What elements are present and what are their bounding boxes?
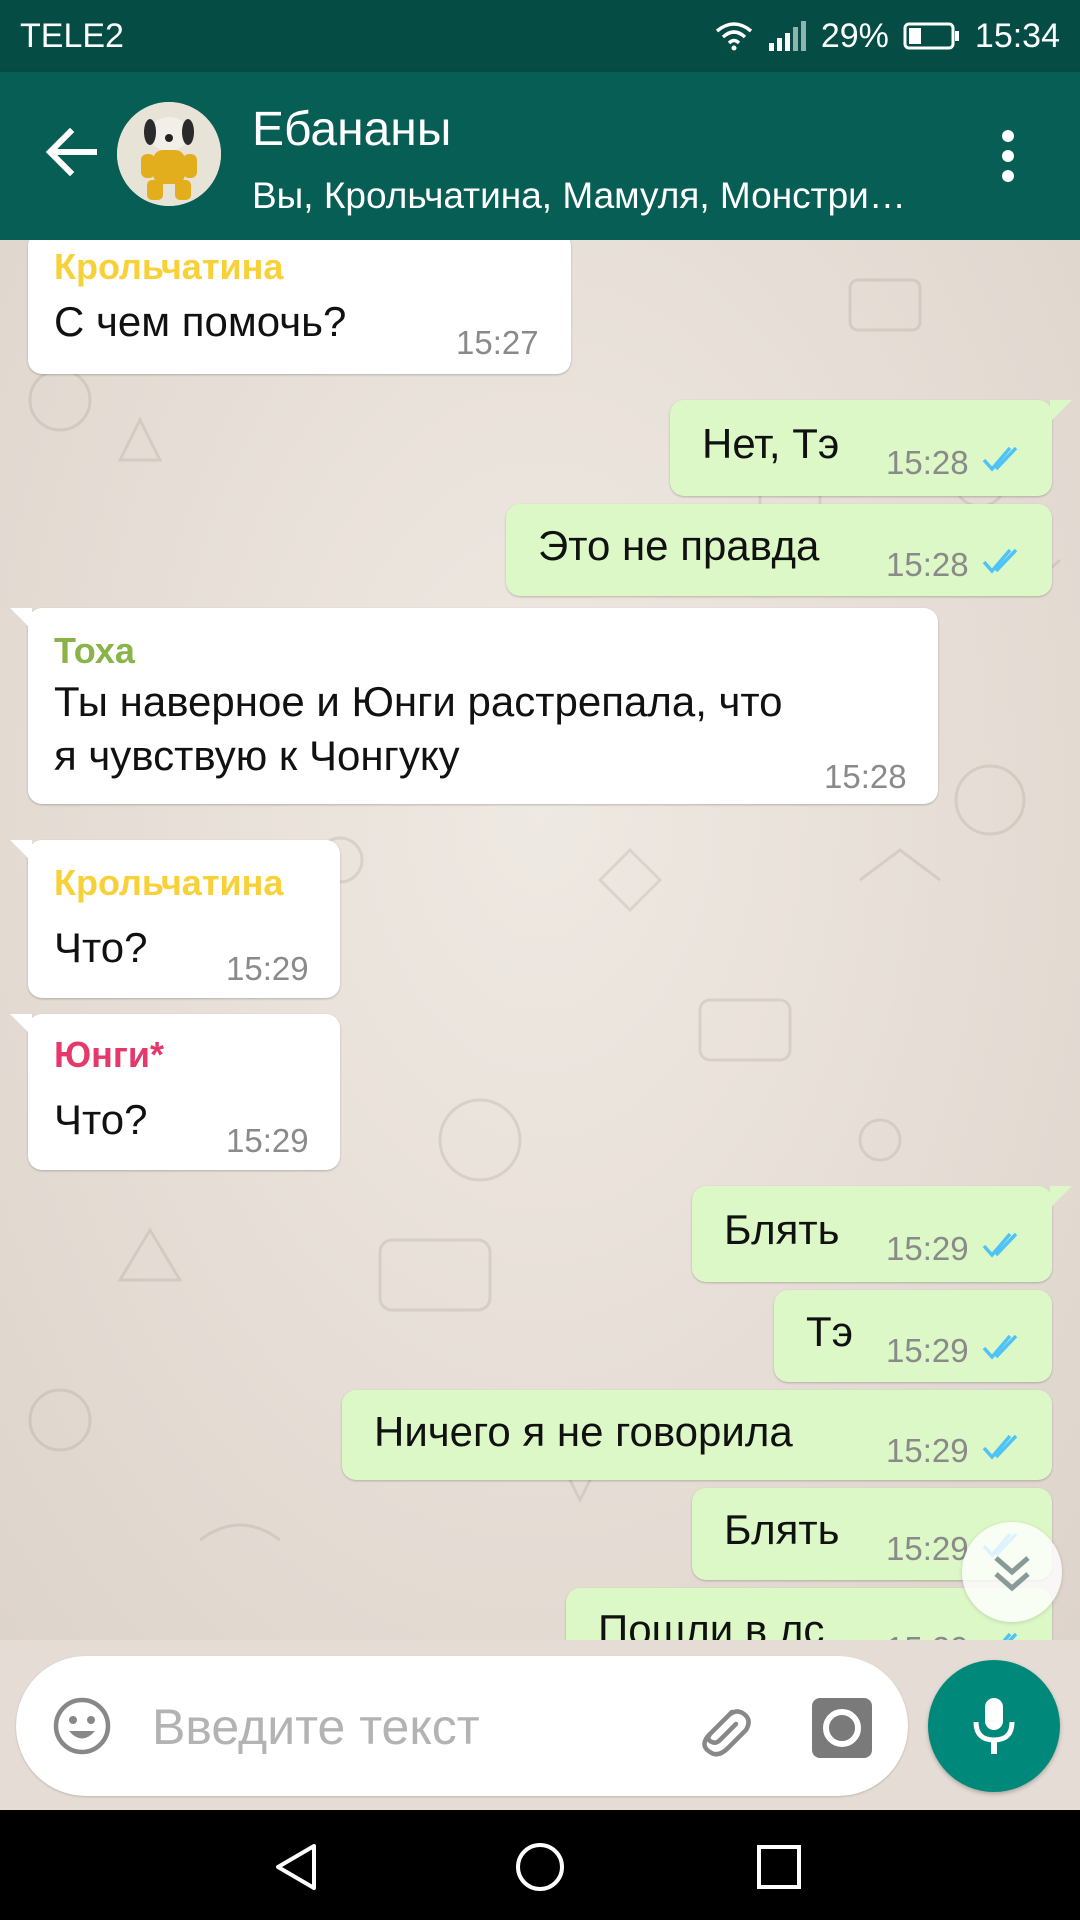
message-text: Что? — [54, 924, 148, 971]
plush-toy-icon — [117, 102, 221, 206]
message-text: Нет, Тэ — [702, 420, 840, 467]
more-options-button[interactable] — [990, 130, 1026, 190]
bubble-tail — [1050, 1186, 1072, 1208]
double-chevron-down-icon — [994, 1556, 1030, 1592]
back-triangle-icon — [276, 1844, 316, 1890]
battery-icon — [903, 21, 961, 51]
status-indicators: 29% 15:34 — [715, 17, 1060, 56]
message-time: 15:29 — [226, 1122, 309, 1159]
microphone-icon — [973, 1698, 1015, 1754]
camera-icon — [812, 1698, 872, 1758]
read-ticks-icon — [1002, 1632, 1018, 1640]
message-text: Пошли в лс — [598, 1606, 825, 1640]
message-time: 15:29 — [886, 1230, 969, 1267]
message-time: 15:29 — [886, 1432, 969, 1469]
message-list[interactable]: Крольчатина С чем помочь? 15:27 Нет, Тэ … — [0, 240, 1080, 1640]
carrier-label: TELE2 — [20, 16, 124, 55]
message-bubble-incoming[interactable]: Юнги* Что? 15:29 — [10, 1014, 340, 1170]
message-text: Тэ — [806, 1308, 854, 1355]
message-time: 15:29 — [226, 950, 309, 987]
attach-button[interactable] — [688, 1694, 758, 1764]
message-time: 15:29 — [886, 1332, 969, 1369]
paperclip-icon — [702, 1709, 751, 1757]
message-bubble-outgoing[interactable]: Тэ 15:29 — [774, 1290, 1052, 1382]
nav-back-button[interactable] — [270, 1840, 324, 1894]
message-time: 15:29 — [886, 1630, 969, 1640]
message-bubble-outgoing[interactable]: Нет, Тэ 15:28 — [670, 400, 1072, 496]
message-text: С чем помочь? — [54, 298, 347, 345]
read-ticks-icon — [982, 446, 1018, 472]
emoji-icon — [53, 1697, 111, 1755]
nav-recents-button[interactable] — [752, 1840, 806, 1894]
message-text: Что? — [54, 1096, 148, 1143]
message-bubble-incoming[interactable]: Крольчатина С чем помочь? 15:27 — [28, 240, 571, 374]
message-time: 15:28 — [824, 758, 907, 795]
message-text: Ты наверное и Юнги растрепала, что — [54, 678, 783, 725]
message-sender: Крольчатина — [54, 246, 284, 287]
status-bar: TELE2 29% 15:34 — [0, 0, 1080, 72]
back-arrow-icon — [45, 127, 97, 177]
system-nav-bar — [0, 1810, 1080, 1920]
message-bubble-outgoing[interactable]: Блять 15:29 — [692, 1186, 1072, 1282]
home-circle-icon — [516, 1843, 564, 1891]
message-input[interactable] — [150, 1690, 674, 1764]
read-ticks-icon — [982, 1232, 1018, 1258]
read-ticks-icon — [982, 1334, 1018, 1360]
wifi-icon — [715, 21, 753, 51]
chat-header: Ебананы Вы, Крольчатина, Мамуля, Монстри… — [0, 72, 1080, 240]
message-bubble-outgoing[interactable]: Ничего я не говорила 15:29 — [342, 1390, 1052, 1480]
camera-button[interactable] — [810, 1696, 874, 1760]
bubble-tail — [10, 840, 32, 862]
nav-home-button[interactable] — [513, 1840, 567, 1894]
back-button[interactable] — [42, 122, 102, 182]
group-members[interactable]: Вы, Крольчатина, Мамуля, Монстри… — [252, 175, 942, 217]
bubble-tail — [10, 1014, 32, 1036]
message-time: 15:28 — [886, 546, 969, 583]
message-sender: Тоха — [54, 630, 135, 671]
message-bubble-incoming[interactable]: Тоха Ты наверное и Юнги растрепала, что … — [10, 608, 938, 804]
recents-square-icon — [757, 1845, 801, 1889]
read-ticks-icon — [982, 548, 1018, 574]
clock: 15:34 — [974, 16, 1060, 55]
message-bubble-incoming[interactable]: Крольчатина Что? 15:29 — [10, 840, 340, 998]
battery-percent: 29% — [820, 16, 889, 55]
message-time: 15:27 — [456, 324, 539, 361]
group-title[interactable]: Ебананы — [252, 102, 451, 157]
message-time: 15:28 — [886, 444, 969, 481]
bubble-tail — [1050, 400, 1072, 422]
message-sender: Крольчатина — [54, 862, 284, 903]
message-text: Это не правда — [538, 522, 820, 569]
message-bubble-outgoing[interactable]: Это не правда 15:28 — [506, 504, 1052, 596]
message-text: Блять — [724, 1206, 840, 1253]
message-text: я чувствую к Чонгуку — [54, 732, 460, 779]
message-composer — [16, 1656, 908, 1796]
group-avatar[interactable] — [117, 102, 221, 206]
message-text: Ничего я не говорила — [374, 1408, 793, 1455]
message-text: Блять — [724, 1506, 840, 1553]
emoji-button[interactable] — [52, 1696, 112, 1756]
signal-icon — [767, 21, 807, 51]
message-sender: Юнги* — [54, 1034, 165, 1075]
read-ticks-icon — [982, 1434, 1018, 1460]
scroll-to-bottom-button[interactable] — [962, 1522, 1062, 1622]
bubble-tail — [10, 608, 32, 630]
message-time: 15:29 — [886, 1530, 969, 1567]
more-vert-icon — [1002, 130, 1014, 142]
voice-record-button[interactable] — [928, 1660, 1060, 1792]
